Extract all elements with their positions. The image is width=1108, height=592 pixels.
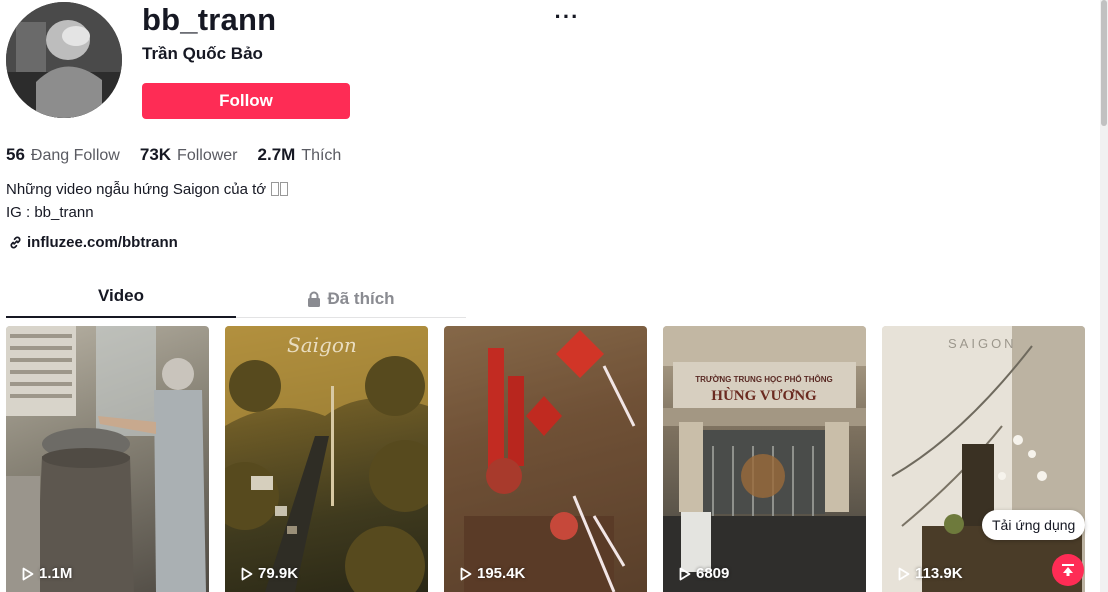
view-count-text: 113.9K [915, 565, 963, 582]
link-icon [8, 235, 23, 250]
stat-followers-count: 73K [139, 145, 172, 164]
get-app-button[interactable]: Tải ứng dụng [982, 510, 1086, 540]
video-grid: 1.1M Saigon 79.9K 195.4K TRƯỜNG TRUNG HỌ… [6, 326, 1085, 592]
video-card[interactable]: 195.4K [444, 326, 647, 592]
video-card[interactable]: 1.1M [6, 326, 209, 592]
bio-line-1: Những video ngẫu hứng Saigon của tớ [6, 178, 289, 201]
back-to-top-button[interactable] [1052, 554, 1084, 586]
video-card[interactable]: Saigon 79.9K [225, 326, 428, 592]
profile-link-text: influzee.com/bbtrann [27, 234, 178, 251]
stat-likes: 2.7M Thích [258, 145, 342, 165]
view-count: 6809 [679, 565, 729, 582]
view-count: 195.4K [460, 565, 525, 582]
play-icon [22, 567, 34, 580]
play-icon [898, 567, 910, 580]
video-card[interactable]: SAIGON 113.9K [882, 326, 1085, 592]
stat-following[interactable]: 56 Đang Follow [6, 145, 120, 165]
view-count-text: 1.1M [39, 565, 73, 582]
stat-likes-count: 2.7M [257, 145, 296, 164]
tab-liked[interactable]: Đã thích [236, 280, 466, 317]
follow-button[interactable]: Follow [142, 83, 350, 119]
tab-videos[interactable]: Video [6, 280, 236, 318]
profile-link[interactable]: influzee.com/bbtrann [8, 234, 178, 251]
profile-tabs: Video Đã thích [6, 280, 466, 318]
view-count: 113.9K [898, 565, 963, 582]
view-count-text: 195.4K [477, 565, 526, 582]
missing-emoji-icon [280, 182, 289, 196]
video-thumbnail [6, 326, 209, 592]
stat-likes-label: Thích [301, 147, 342, 164]
avatar[interactable] [6, 2, 122, 118]
video-thumbnail: TRƯỜNG TRUNG HỌC PHỔ THÔNG HÙNG VƯƠNG [663, 326, 866, 592]
stat-following-label: Đang Follow [30, 147, 120, 164]
profile-stats: 56 Đang Follow 73K Follower 2.7M Thích [6, 145, 341, 165]
lock-icon [307, 291, 321, 307]
view-count: 79.9K [241, 565, 298, 582]
missing-emoji-icon [271, 182, 280, 196]
username: bb_trann [142, 2, 277, 37]
tab-liked-label: Đã thích [327, 288, 395, 308]
video-thumbnail: Saigon [225, 326, 428, 592]
stat-following-count: 56 [6, 145, 25, 164]
play-icon [679, 567, 691, 580]
stat-followers-label: Follower [177, 147, 238, 164]
thumbnail-watermark: Saigon [287, 333, 357, 357]
video-thumbnail: SAIGON [882, 326, 1085, 592]
stat-followers[interactable]: 73K Follower [140, 145, 238, 165]
video-thumbnail [444, 326, 647, 592]
thumbnail-watermark: SAIGON [948, 336, 1017, 351]
display-name: Trần Quốc Bảo [142, 44, 263, 63]
arrow-up-icon [1062, 564, 1074, 576]
play-icon [460, 567, 472, 580]
bio-line-1-text: Những video ngẫu hứng Saigon của tớ [6, 181, 267, 198]
view-count: 1.1M [22, 565, 72, 582]
thumbnail-school-line-1: TRƯỜNG TRUNG HỌC PHỔ THÔNG [695, 375, 832, 384]
page-scrollbar[interactable] [1100, 0, 1108, 592]
bio: Những video ngẫu hứng Saigon của tớ IG :… [6, 178, 289, 224]
more-options-button[interactable]: ··· [554, 6, 580, 34]
view-count-text: 6809 [696, 565, 730, 582]
bio-line-2: IG : bb_trann [6, 204, 94, 221]
view-count-text: 79.9K [258, 565, 299, 582]
scrollbar-thumb[interactable] [1101, 0, 1107, 126]
play-icon [241, 567, 253, 580]
video-card[interactable]: TRƯỜNG TRUNG HỌC PHỔ THÔNG HÙNG VƯƠNG 68… [663, 326, 866, 592]
thumbnail-school-line-2: HÙNG VƯƠNG [711, 387, 817, 404]
